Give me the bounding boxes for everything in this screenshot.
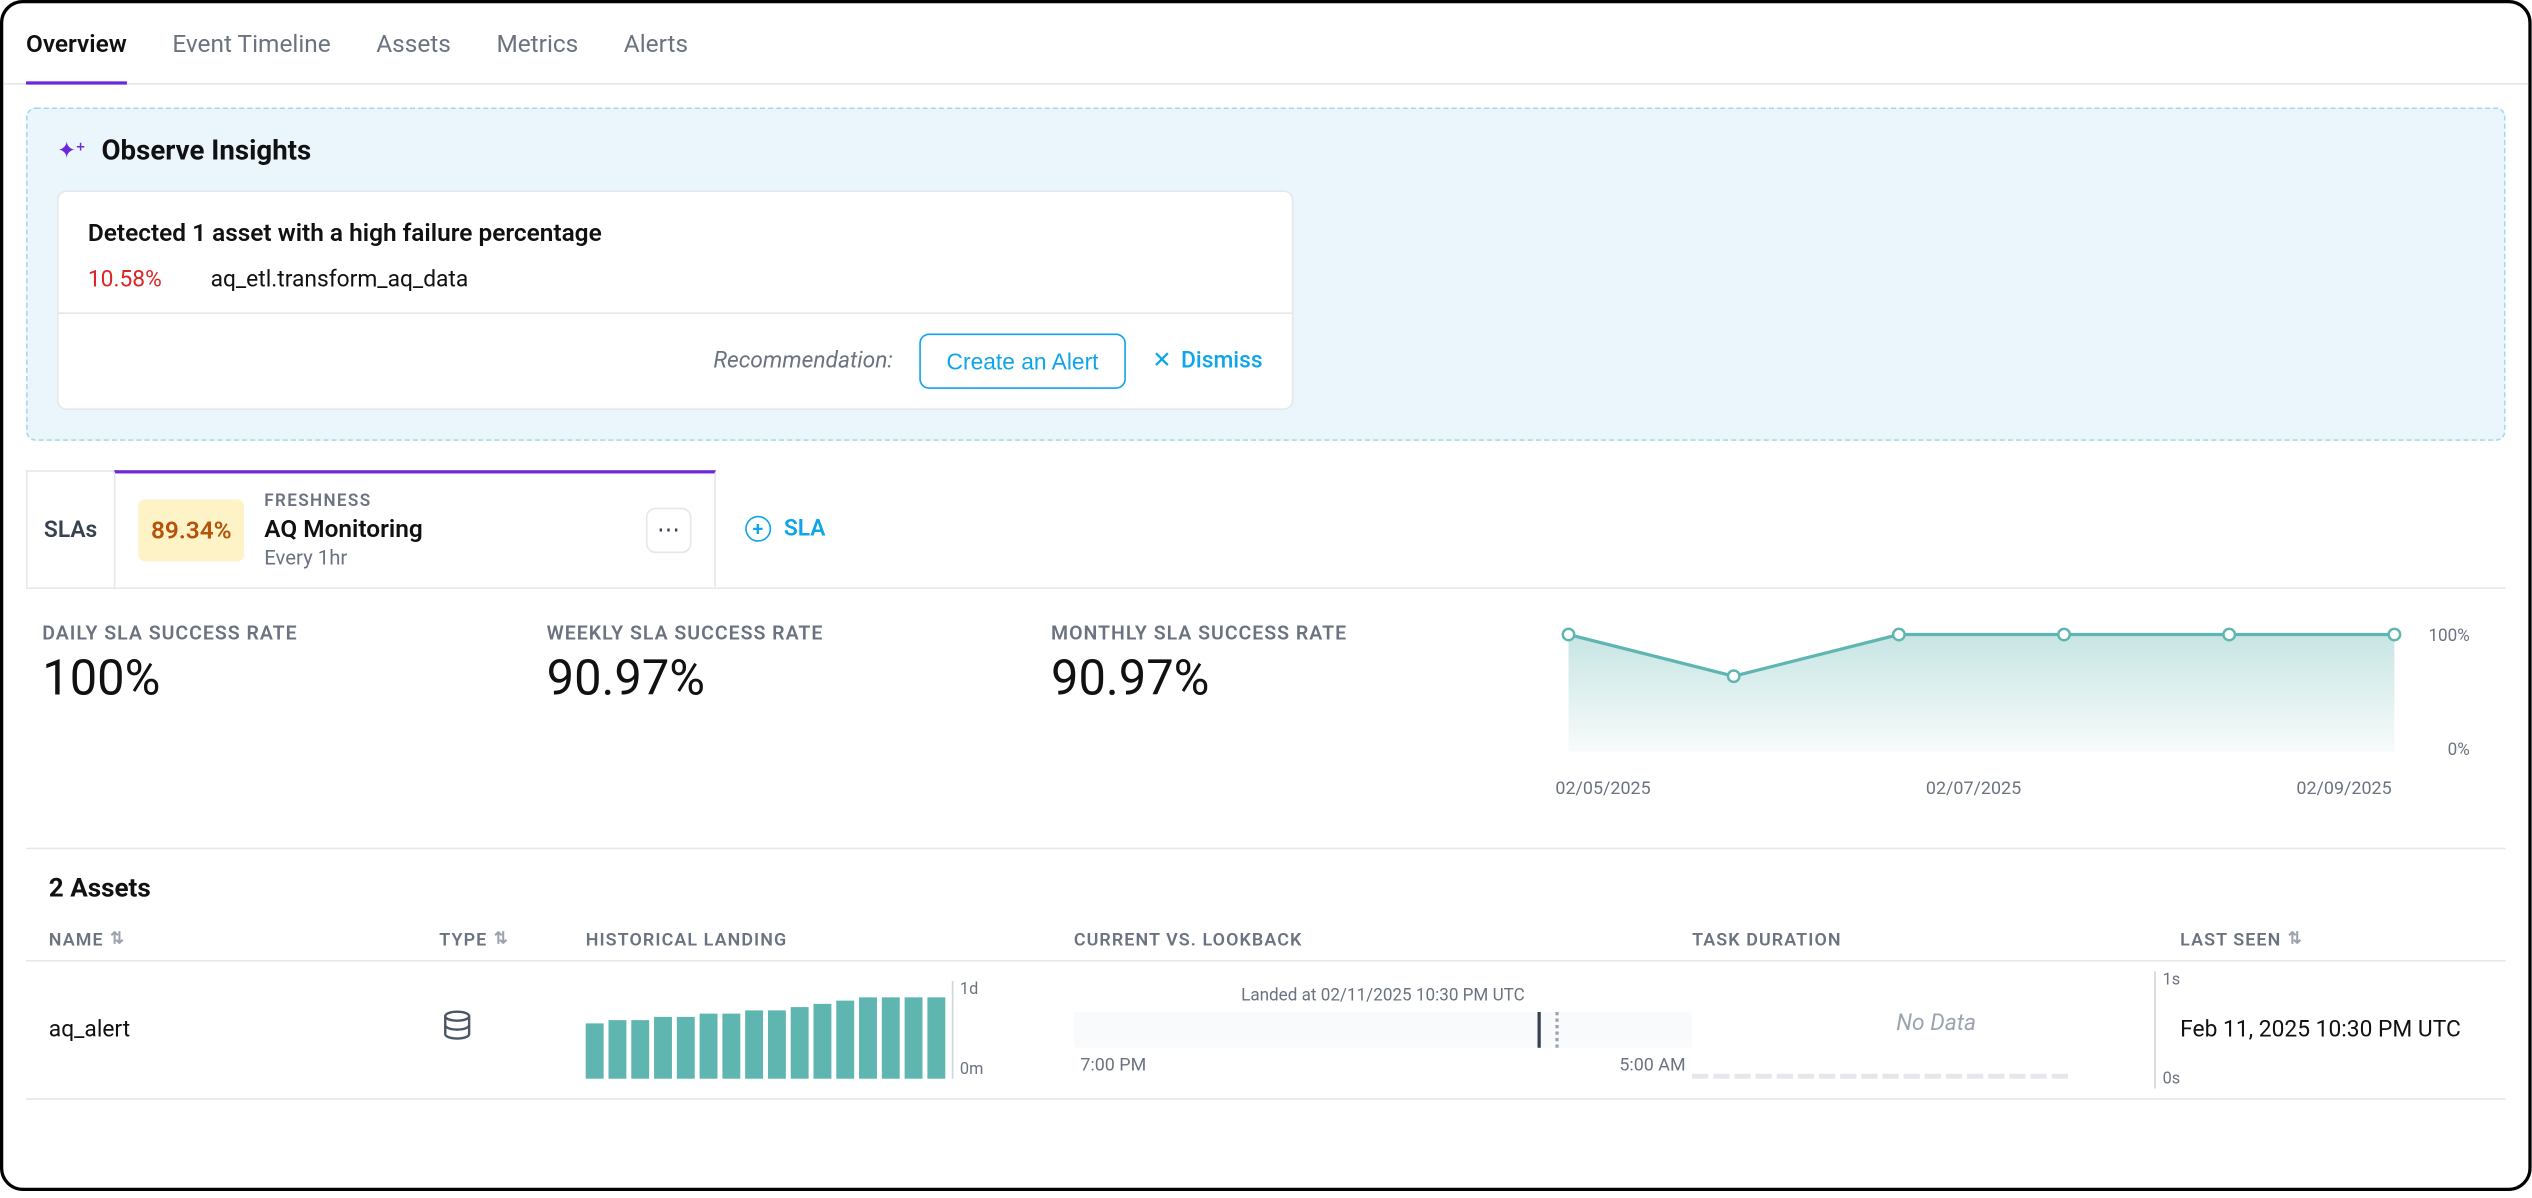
current-x-start: 7:00 PM (1080, 1054, 1146, 1075)
chart-x-tick: 02/07/2025 (1926, 778, 2021, 799)
tabs-bar: Overview Event Timeline Assets Metrics A… (3, 3, 2528, 84)
assets-section: 2 Assets NAME⇅ TYPE⇅ HISTORICAL LANDING … (26, 849, 2506, 1100)
last-seen-value: Feb 11, 2025 10:30 PM UTC (2180, 1017, 2461, 1043)
daily-sla-block: DAILY SLA SUCCESS RATE 100% (42, 622, 546, 799)
recommendation-label: Recommendation: (713, 348, 893, 374)
sla-percentage-badge: 89.34% (138, 499, 245, 561)
sort-icon: ⇅ (2288, 931, 2303, 949)
hist-axis-top: 1d (960, 981, 983, 999)
col-header-seen[interactable]: LAST SEEN⇅ (2180, 929, 2483, 950)
weekly-sla-block: WEEKLY SLA SUCCESS RATE 90.97% (547, 622, 1051, 799)
chart-x-tick: 02/05/2025 (1555, 778, 1650, 799)
tab-overview[interactable]: Overview (26, 2, 127, 83)
sort-icon: ⇅ (110, 931, 125, 949)
sla-name: AQ Monitoring (264, 514, 626, 543)
table-row[interactable]: aq_alert 1d 0m (26, 962, 2506, 1100)
col-header-name[interactable]: NAME⇅ (49, 929, 439, 950)
chart-y-bottom: 0% (2448, 739, 2470, 760)
task-duration-chart: No Data 1s 0s (1692, 981, 2180, 1079)
tab-alerts[interactable]: Alerts (624, 2, 688, 83)
historical-landing-chart (586, 981, 946, 1079)
add-sla-label: SLA (784, 516, 826, 542)
daily-sla-value: 100% (42, 651, 546, 708)
tab-assets[interactable]: Assets (376, 2, 451, 83)
monthly-sla-value: 90.97% (1051, 651, 1555, 708)
sla-card[interactable]: 89.34% FRESHNESS AQ Monitoring Every 1hr… (114, 470, 716, 587)
sla-trend-chart: 100% 0% 02/05/2025 02/07/2025 02/09/2025 (1555, 622, 2489, 799)
hist-axis-bottom: 0m (960, 1061, 983, 1079)
ellipsis-icon: ⋯ (657, 517, 680, 543)
sort-icon: ⇅ (494, 931, 509, 949)
insight-card: Detected 1 asset with a high failure per… (57, 190, 1294, 410)
chart-y-top: 100% (2428, 625, 2469, 646)
col-header-historical: HISTORICAL LANDING (586, 929, 1074, 950)
add-sla-button[interactable]: + SLA (716, 470, 855, 587)
assets-header-row: NAME⇅ TYPE⇅ HISTORICAL LANDING CURRENT V… (26, 919, 2506, 961)
sla-cadence: Every 1hr (264, 547, 626, 571)
failure-percentage: 10.58% (88, 267, 162, 293)
monthly-sla-label: MONTHLY SLA SUCCESS RATE (1051, 622, 1555, 645)
current-landed-label: Landed at 02/11/2025 10:30 PM UTC (1074, 984, 1692, 1005)
col-header-current: CURRENT VS. LOOKBACK (1074, 929, 1692, 950)
database-icon (439, 1009, 475, 1045)
insight-headline: Detected 1 asset with a high failure per… (88, 218, 1263, 247)
sla-more-button[interactable]: ⋯ (646, 508, 692, 554)
asset-name-link[interactable]: aq_alert (49, 1017, 130, 1043)
col-header-type[interactable]: TYPE⇅ (439, 929, 585, 950)
sla-section: SLAs 89.34% FRESHNESS AQ Monitoring Ever… (26, 470, 2506, 589)
observe-insights-panel: ✦⁺ Observe Insights Detected 1 asset wit… (26, 107, 2506, 441)
dur-axis-top: 1s (2163, 971, 2181, 989)
metrics-row: DAILY SLA SUCCESS RATE 100% WEEKLY SLA S… (26, 589, 2506, 849)
sparkle-icon: ✦⁺ (57, 138, 85, 164)
dismiss-button[interactable]: ✕ Dismiss (1152, 348, 1262, 374)
current-marker-icon (1538, 1012, 1541, 1048)
weekly-sla-label: WEEKLY SLA SUCCESS RATE (547, 622, 1051, 645)
monthly-sla-block: MONTHLY SLA SUCCESS RATE 90.97% (1051, 622, 1555, 799)
tab-metrics[interactable]: Metrics (496, 2, 578, 83)
weekly-sla-value: 90.97% (547, 651, 1051, 708)
daily-sla-label: DAILY SLA SUCCESS RATE (42, 622, 546, 645)
dur-axis-bottom: 0s (2163, 1071, 2181, 1089)
insights-title: Observe Insights (101, 135, 311, 168)
close-icon: ✕ (1152, 348, 1171, 374)
current-marker-dotted-icon (1556, 1012, 1559, 1048)
tab-event-timeline[interactable]: Event Timeline (172, 2, 330, 83)
dismiss-label: Dismiss (1181, 348, 1263, 374)
plus-circle-icon: + (745, 516, 771, 542)
create-alert-button[interactable]: Create an Alert (919, 334, 1126, 389)
current-timeline (1074, 1012, 1692, 1048)
sla-section-label: SLAs (26, 470, 114, 587)
col-header-duration: TASK DURATION (1692, 929, 2180, 950)
current-x-end: 5:00 AM (1619, 1054, 1685, 1075)
sla-overline: FRESHNESS (264, 490, 626, 511)
assets-count-title: 2 Assets (26, 872, 2506, 919)
chart-x-tick: 02/09/2025 (2296, 778, 2391, 799)
no-data-label: No Data (1692, 1010, 2180, 1036)
sla-trend-svg (1555, 622, 2473, 768)
insight-asset-name[interactable]: aq_etl.transform_aq_data (211, 267, 469, 293)
